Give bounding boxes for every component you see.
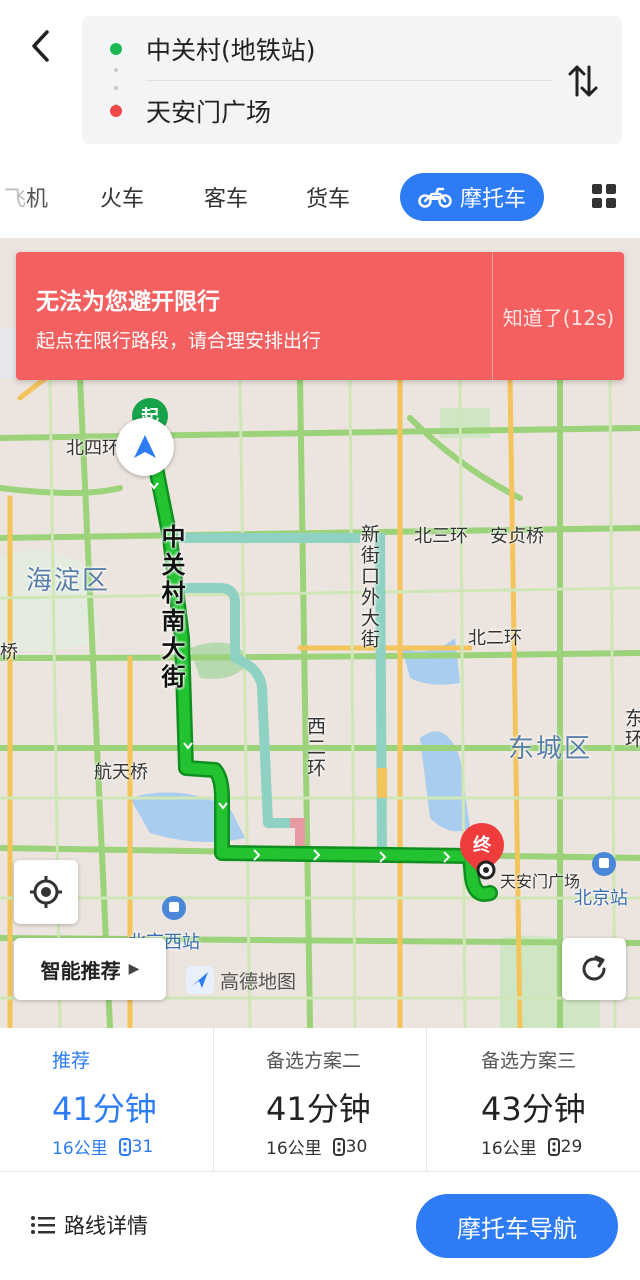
label-xinjiekou: 新街口外大街 <box>358 524 380 650</box>
label-beijingzhan: 北京站 <box>574 888 628 909</box>
more-modes-button[interactable] <box>590 182 618 210</box>
end-point-text: 天安门广场 <box>146 98 272 127</box>
swap-arrows-icon <box>568 65 598 97</box>
alert-title: 无法为您避开限行 <box>36 289 220 315</box>
plan-label: 备选方案三 <box>481 1050 577 1072</box>
tab-train[interactable]: 火车 <box>100 166 144 228</box>
chevron-left-icon <box>32 30 49 62</box>
tab-plane[interactable]: 飞机 <box>4 166 48 228</box>
label-hangtianqiao: 航天桥 <box>94 762 148 783</box>
label-haidian: 海淀区 <box>26 566 111 596</box>
tab-plane-label: 机 <box>26 187 49 212</box>
label-road-zhongguancun: 中关村南大街 <box>157 524 185 692</box>
route-details-button[interactable]: 路线详情 <box>30 1210 148 1240</box>
train-station-icon <box>162 896 186 920</box>
current-location-marker <box>116 418 174 476</box>
traffic-light-icon <box>332 1137 346 1156</box>
refresh-icon <box>582 955 606 981</box>
plan-lights: 29 <box>560 1136 583 1157</box>
route-plans: 推荐 41分钟 16公里 31 备选方案二 41分钟 16公里 30 备选方案三… <box>0 1028 640 1172</box>
tab-coach[interactable]: 客车 <box>204 166 248 228</box>
route-input-box: 中关村(地铁站) 天安门广场 <box>82 16 622 144</box>
plan-lights: 31 <box>131 1136 154 1157</box>
train-station-icon <box>592 852 616 876</box>
label-dong-edge: 东环 <box>622 708 640 750</box>
start-dot-icon <box>110 43 122 55</box>
transport-tabs: 飞机 火车 客车 货车 摩托车 <box>0 166 640 228</box>
route-header: 中关村(地铁站) 天安门广场 <box>0 0 640 160</box>
plan-time: 41分钟 <box>266 1090 371 1128</box>
label-qiao: 桥 <box>0 642 18 663</box>
label-tiananmen: 天安门广场 <box>500 872 581 891</box>
destination-target-icon <box>476 860 496 880</box>
plan-label: 推荐 <box>52 1050 91 1072</box>
tab-motorcycle[interactable]: 摩托车 <box>400 173 545 221</box>
start-point-field[interactable]: 中关村(地铁站) <box>82 18 552 80</box>
label-dongcheng: 东城区 <box>508 734 593 764</box>
plan-label: 备选方案二 <box>266 1050 362 1072</box>
alert-subtitle: 起点在限行路段，请合理安排出行 <box>36 330 322 352</box>
navigation-arrow-icon <box>134 435 156 458</box>
grid-icon <box>592 184 616 208</box>
label-beisanhuan: 北三环 <box>414 526 468 547</box>
traffic-light-icon <box>118 1137 132 1156</box>
plan-time: 43分钟 <box>481 1090 586 1128</box>
plan-meta: 16公里 31 <box>52 1134 154 1160</box>
smart-recommend-label: 智能推荐 <box>40 958 121 983</box>
start-navigation-button[interactable]: 摩托车导航 <box>416 1194 618 1258</box>
amap-logo-icon <box>186 966 214 994</box>
plan-meta: 16公里 30 <box>266 1134 368 1160</box>
plan-meta: 16公里 29 <box>481 1134 583 1160</box>
plan-lights: 30 <box>345 1136 368 1157</box>
smart-recommend-button[interactable]: 智能推荐 ▶ <box>14 938 166 1000</box>
plan-distance: 16公里 <box>481 1139 537 1159</box>
label-anzhenqiao: 安贞桥 <box>490 526 544 547</box>
label-beisihuan: 北四环 <box>66 438 120 459</box>
swap-button[interactable] <box>562 60 604 102</box>
restriction-alert: 无法为您避开限行 起点在限行路段，请合理安排出行 知道了(12s) <box>16 252 624 380</box>
map-view[interactable]: 海淀区 东城区 北四环 北三环 安贞桥 北二环 航天桥 桥 西二环 新街口外大街… <box>0 238 640 1028</box>
list-icon <box>30 1214 56 1236</box>
label-xierhuan: 西二环 <box>304 716 326 779</box>
play-triangle-icon: ▶ <box>128 961 140 977</box>
label-beierhuan: 北二环 <box>468 628 522 649</box>
bottom-bar: 路线详情 摩托车导航 <box>0 1172 640 1280</box>
plan-recommended[interactable]: 推荐 41分钟 16公里 31 <box>0 1028 213 1172</box>
alert-dismiss-button[interactable]: 知道了(12s) <box>493 252 624 380</box>
end-point-field[interactable]: 天安门广场 <box>82 80 552 142</box>
tab-truck[interactable]: 货车 <box>306 166 350 228</box>
plan-alt-2[interactable]: 备选方案二 41分钟 16公里 30 <box>213 1028 426 1172</box>
motorcycle-icon <box>418 186 452 208</box>
amap-logo-text: 高德地图 <box>220 970 297 993</box>
crosshair-icon <box>30 876 62 908</box>
plan-alt-3[interactable]: 备选方案三 43分钟 16公里 29 <box>426 1028 640 1172</box>
tab-motorcycle-label: 摩托车 <box>460 187 527 212</box>
plan-distance: 16公里 <box>52 1139 108 1159</box>
end-dot-icon <box>110 105 122 117</box>
traffic-light-icon <box>547 1137 561 1156</box>
amap-logo: 高德地图 <box>184 964 296 996</box>
locate-button[interactable] <box>14 860 78 924</box>
plan-distance: 16公里 <box>266 1139 322 1159</box>
refresh-button[interactable] <box>562 938 626 1000</box>
back-button[interactable] <box>22 24 58 68</box>
route-details-label: 路线详情 <box>64 1214 148 1238</box>
start-point-text: 中关村(地铁站) <box>146 36 316 65</box>
plan-time: 41分钟 <box>52 1090 157 1128</box>
end-marker-label: 终 <box>473 835 491 856</box>
